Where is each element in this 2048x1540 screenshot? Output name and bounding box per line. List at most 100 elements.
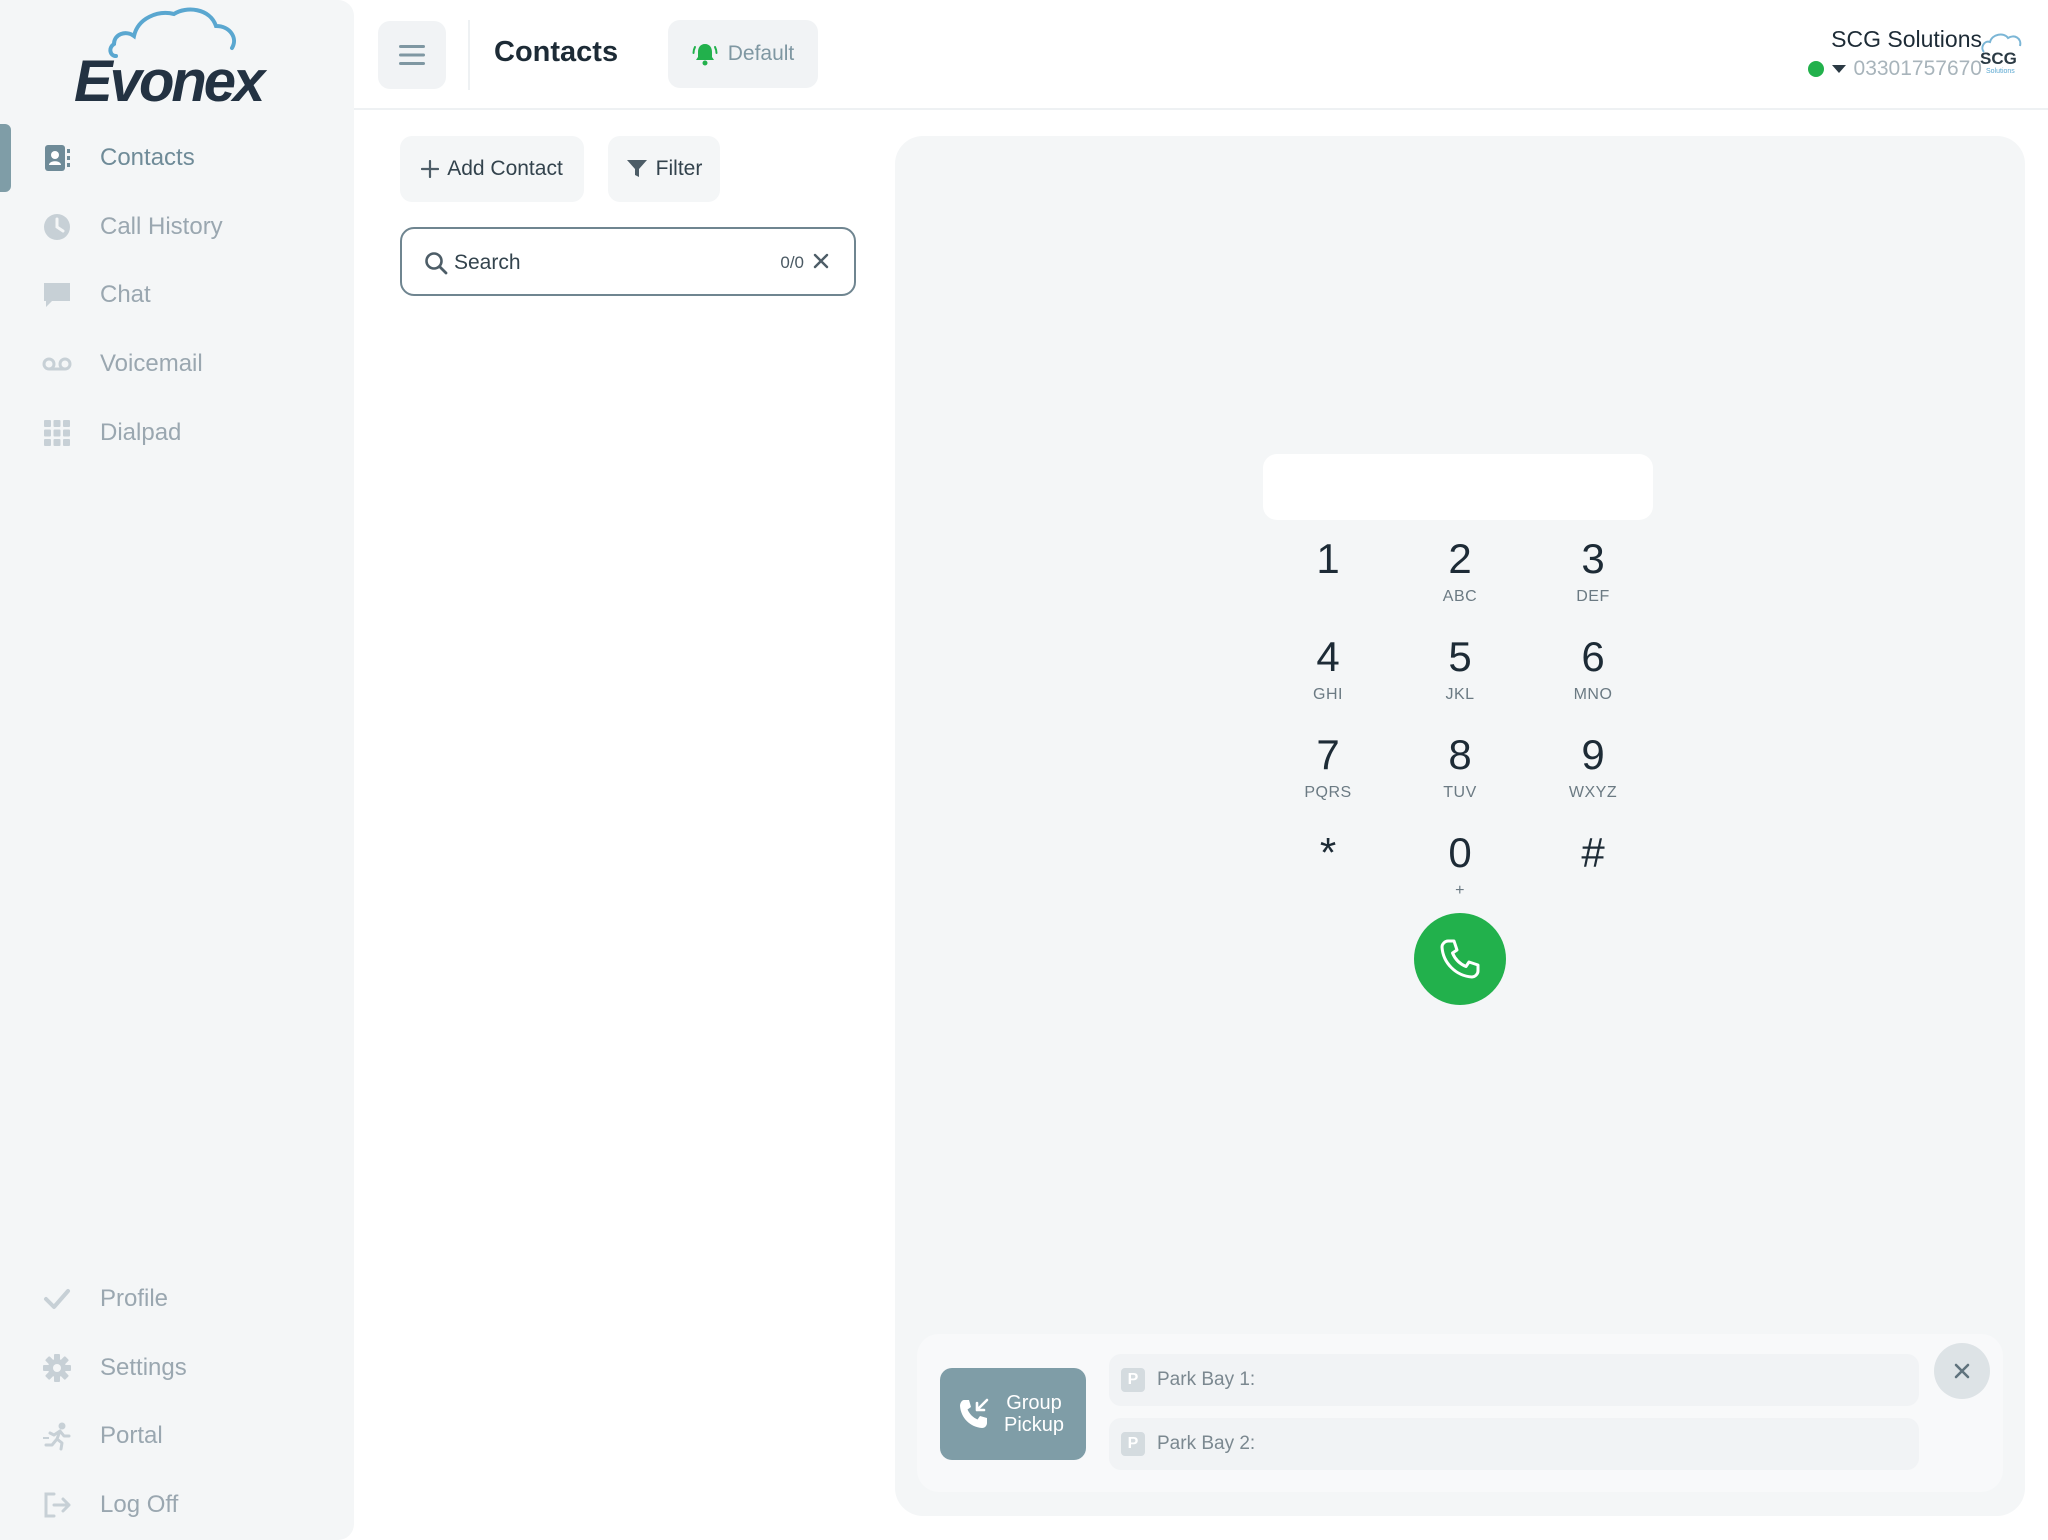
ringing-bell-icon	[692, 44, 718, 66]
chat-bubble-icon	[42, 280, 72, 310]
dialpad-key-0[interactable]: 0 +	[1400, 830, 1520, 920]
sidebar-item-chat[interactable]: Chat	[0, 265, 354, 325]
key-digit: 8	[1448, 731, 1472, 778]
sidebar-item-label: Chat	[100, 281, 151, 308]
dialer-panel: 1 2 ABC 3 DEF 4 GHI 5 JKL 6 MNO 7 PQRS 8 TUV 9 W…	[895, 136, 2025, 1516]
account-info[interactable]: SCG Solutions 03301757670	[1807, 26, 1982, 81]
sidebar-item-label: Dialpad	[100, 419, 182, 446]
sidebar: Evonex Contacts Call History Chat Voicem…	[0, 0, 354, 1540]
filter-icon	[626, 160, 647, 177]
svg-text:Solutions: Solutions	[1986, 68, 2015, 75]
gear-icon	[42, 1353, 72, 1383]
key-digit: 0	[1448, 829, 1472, 876]
sidebar-item-voicemail[interactable]: Voicemail	[0, 334, 354, 394]
dialpad-key-5[interactable]: 5 JKL	[1400, 634, 1520, 724]
dialpad-key-4[interactable]: 4 GHI	[1268, 634, 1388, 724]
search-placeholder: Search	[454, 251, 521, 274]
page-title: Contacts	[494, 36, 619, 68]
key-digit: *	[1319, 829, 1337, 876]
park-bay-label: Park Bay 1:	[1157, 1369, 1256, 1390]
sidebar-item-call-history[interactable]: Call History	[0, 197, 354, 257]
sidebar-item-settings[interactable]: Settings	[0, 1338, 354, 1398]
logout-icon	[42, 1490, 72, 1520]
dialpad-key-6[interactable]: 6 MNO	[1533, 634, 1653, 724]
hamburger-icon	[399, 45, 425, 65]
dialpad-key-1[interactable]: 1	[1268, 536, 1388, 626]
key-letters: ABC	[1442, 588, 1478, 605]
close-icon	[1954, 1363, 1970, 1379]
key-letters: TUV	[1443, 784, 1477, 801]
phone-number: 03301757670	[1853, 57, 1982, 80]
voicemail-icon	[42, 349, 72, 379]
call-pickup-icon	[960, 1398, 989, 1428]
add-contact-button[interactable]: Add Contact	[400, 136, 584, 202]
key-digit: 6	[1581, 633, 1605, 680]
key-letters: PQRS	[1304, 784, 1352, 801]
contact-card-icon	[42, 143, 72, 173]
add-contact-label: Add Contact	[447, 157, 563, 180]
dialpad-key-hash[interactable]: #	[1533, 830, 1653, 920]
sidebar-item-label: Portal	[100, 1422, 163, 1449]
key-letters: WXYZ	[1568, 784, 1618, 801]
key-letters: GHI	[1313, 686, 1343, 703]
dialpad-key-9[interactable]: 9 WXYZ	[1533, 732, 1653, 822]
logo-wordmark: Evonex	[74, 49, 265, 114]
parking-icon: P	[1121, 1368, 1145, 1392]
park-bay-1[interactable]: P Park Bay 1:	[1109, 1354, 1919, 1406]
park-bay-label: Park Bay 2:	[1157, 1433, 1256, 1454]
key-digit: 1	[1316, 535, 1340, 582]
dial-number-input[interactable]	[1263, 454, 1653, 520]
search-icon	[425, 252, 448, 275]
dialpad-key-2[interactable]: 2 ABC	[1400, 536, 1520, 626]
sidebar-item-contacts[interactable]: Contacts	[0, 128, 354, 188]
sidebar-item-label: Settings	[100, 1354, 187, 1381]
key-digit: 3	[1581, 535, 1605, 582]
status-indicator	[1807, 61, 1824, 77]
company-name: SCG Solutions	[1831, 26, 1982, 52]
key-digit: 9	[1581, 731, 1605, 778]
ring-profile-button[interactable]: Default	[668, 20, 818, 88]
company-logo: SCG Solutions	[1978, 30, 2026, 76]
filter-button[interactable]: Filter	[608, 136, 720, 202]
phone-icon	[1440, 939, 1480, 979]
sidebar-item-label: Call History	[100, 213, 223, 240]
sidebar-item-profile[interactable]: Profile	[0, 1269, 354, 1329]
group-pickup-button[interactable]: Group Pickup	[940, 1368, 1086, 1460]
sidebar-item-label: Contacts	[100, 144, 195, 171]
menu-button[interactable]	[378, 21, 446, 89]
clock-icon	[42, 212, 72, 242]
key-digit: 7	[1316, 731, 1340, 778]
key-digit: 5	[1448, 633, 1472, 680]
dialpad-key-8[interactable]: 8 TUV	[1400, 732, 1520, 822]
sidebar-item-dialpad[interactable]: Dialpad	[0, 403, 354, 463]
evonex-logo: Evonex	[70, 4, 290, 122]
ring-profile-label: Default	[727, 42, 795, 65]
search-input[interactable]: Search 0/0	[400, 227, 856, 296]
dialpad-key-3[interactable]: 3 DEF	[1533, 536, 1653, 626]
sidebar-item-label: Voicemail	[100, 350, 203, 377]
park-bar: Group Pickup P Park Bay 1: P Park Bay 2:	[917, 1334, 2003, 1492]
check-icon	[42, 1284, 72, 1314]
key-letters: DEF	[1576, 588, 1610, 605]
search-result-count: 0/0	[780, 253, 804, 272]
plus-icon	[421, 160, 440, 178]
park-bay-2[interactable]: P Park Bay 2:	[1109, 1418, 1919, 1470]
close-park-bar-button[interactable]	[1934, 1343, 1990, 1399]
chevron-down-icon[interactable]	[1831, 65, 1846, 73]
key-letters: JKL	[1445, 686, 1475, 703]
close-icon[interactable]	[812, 252, 830, 270]
filter-label: Filter	[655, 157, 703, 180]
header-divider	[468, 20, 470, 90]
dialpad-grid-icon	[42, 418, 72, 448]
dialpad-key-star[interactable]: *	[1268, 830, 1388, 920]
top-header: Contacts Default SCG Solutions 033017576…	[354, 0, 2048, 110]
key-digit: #	[1581, 829, 1605, 876]
sidebar-item-label: Profile	[100, 1285, 169, 1312]
key-letters: +	[1455, 882, 1465, 899]
sidebar-item-log-off[interactable]: Log Off	[0, 1475, 354, 1535]
call-button[interactable]	[1414, 913, 1506, 1005]
svg-text:SCG: SCG	[1980, 49, 2017, 68]
dialpad-key-7[interactable]: 7 PQRS	[1268, 732, 1388, 822]
sidebar-item-portal[interactable]: Portal	[0, 1406, 354, 1466]
sidebar-item-label: Log Off	[100, 1491, 179, 1518]
